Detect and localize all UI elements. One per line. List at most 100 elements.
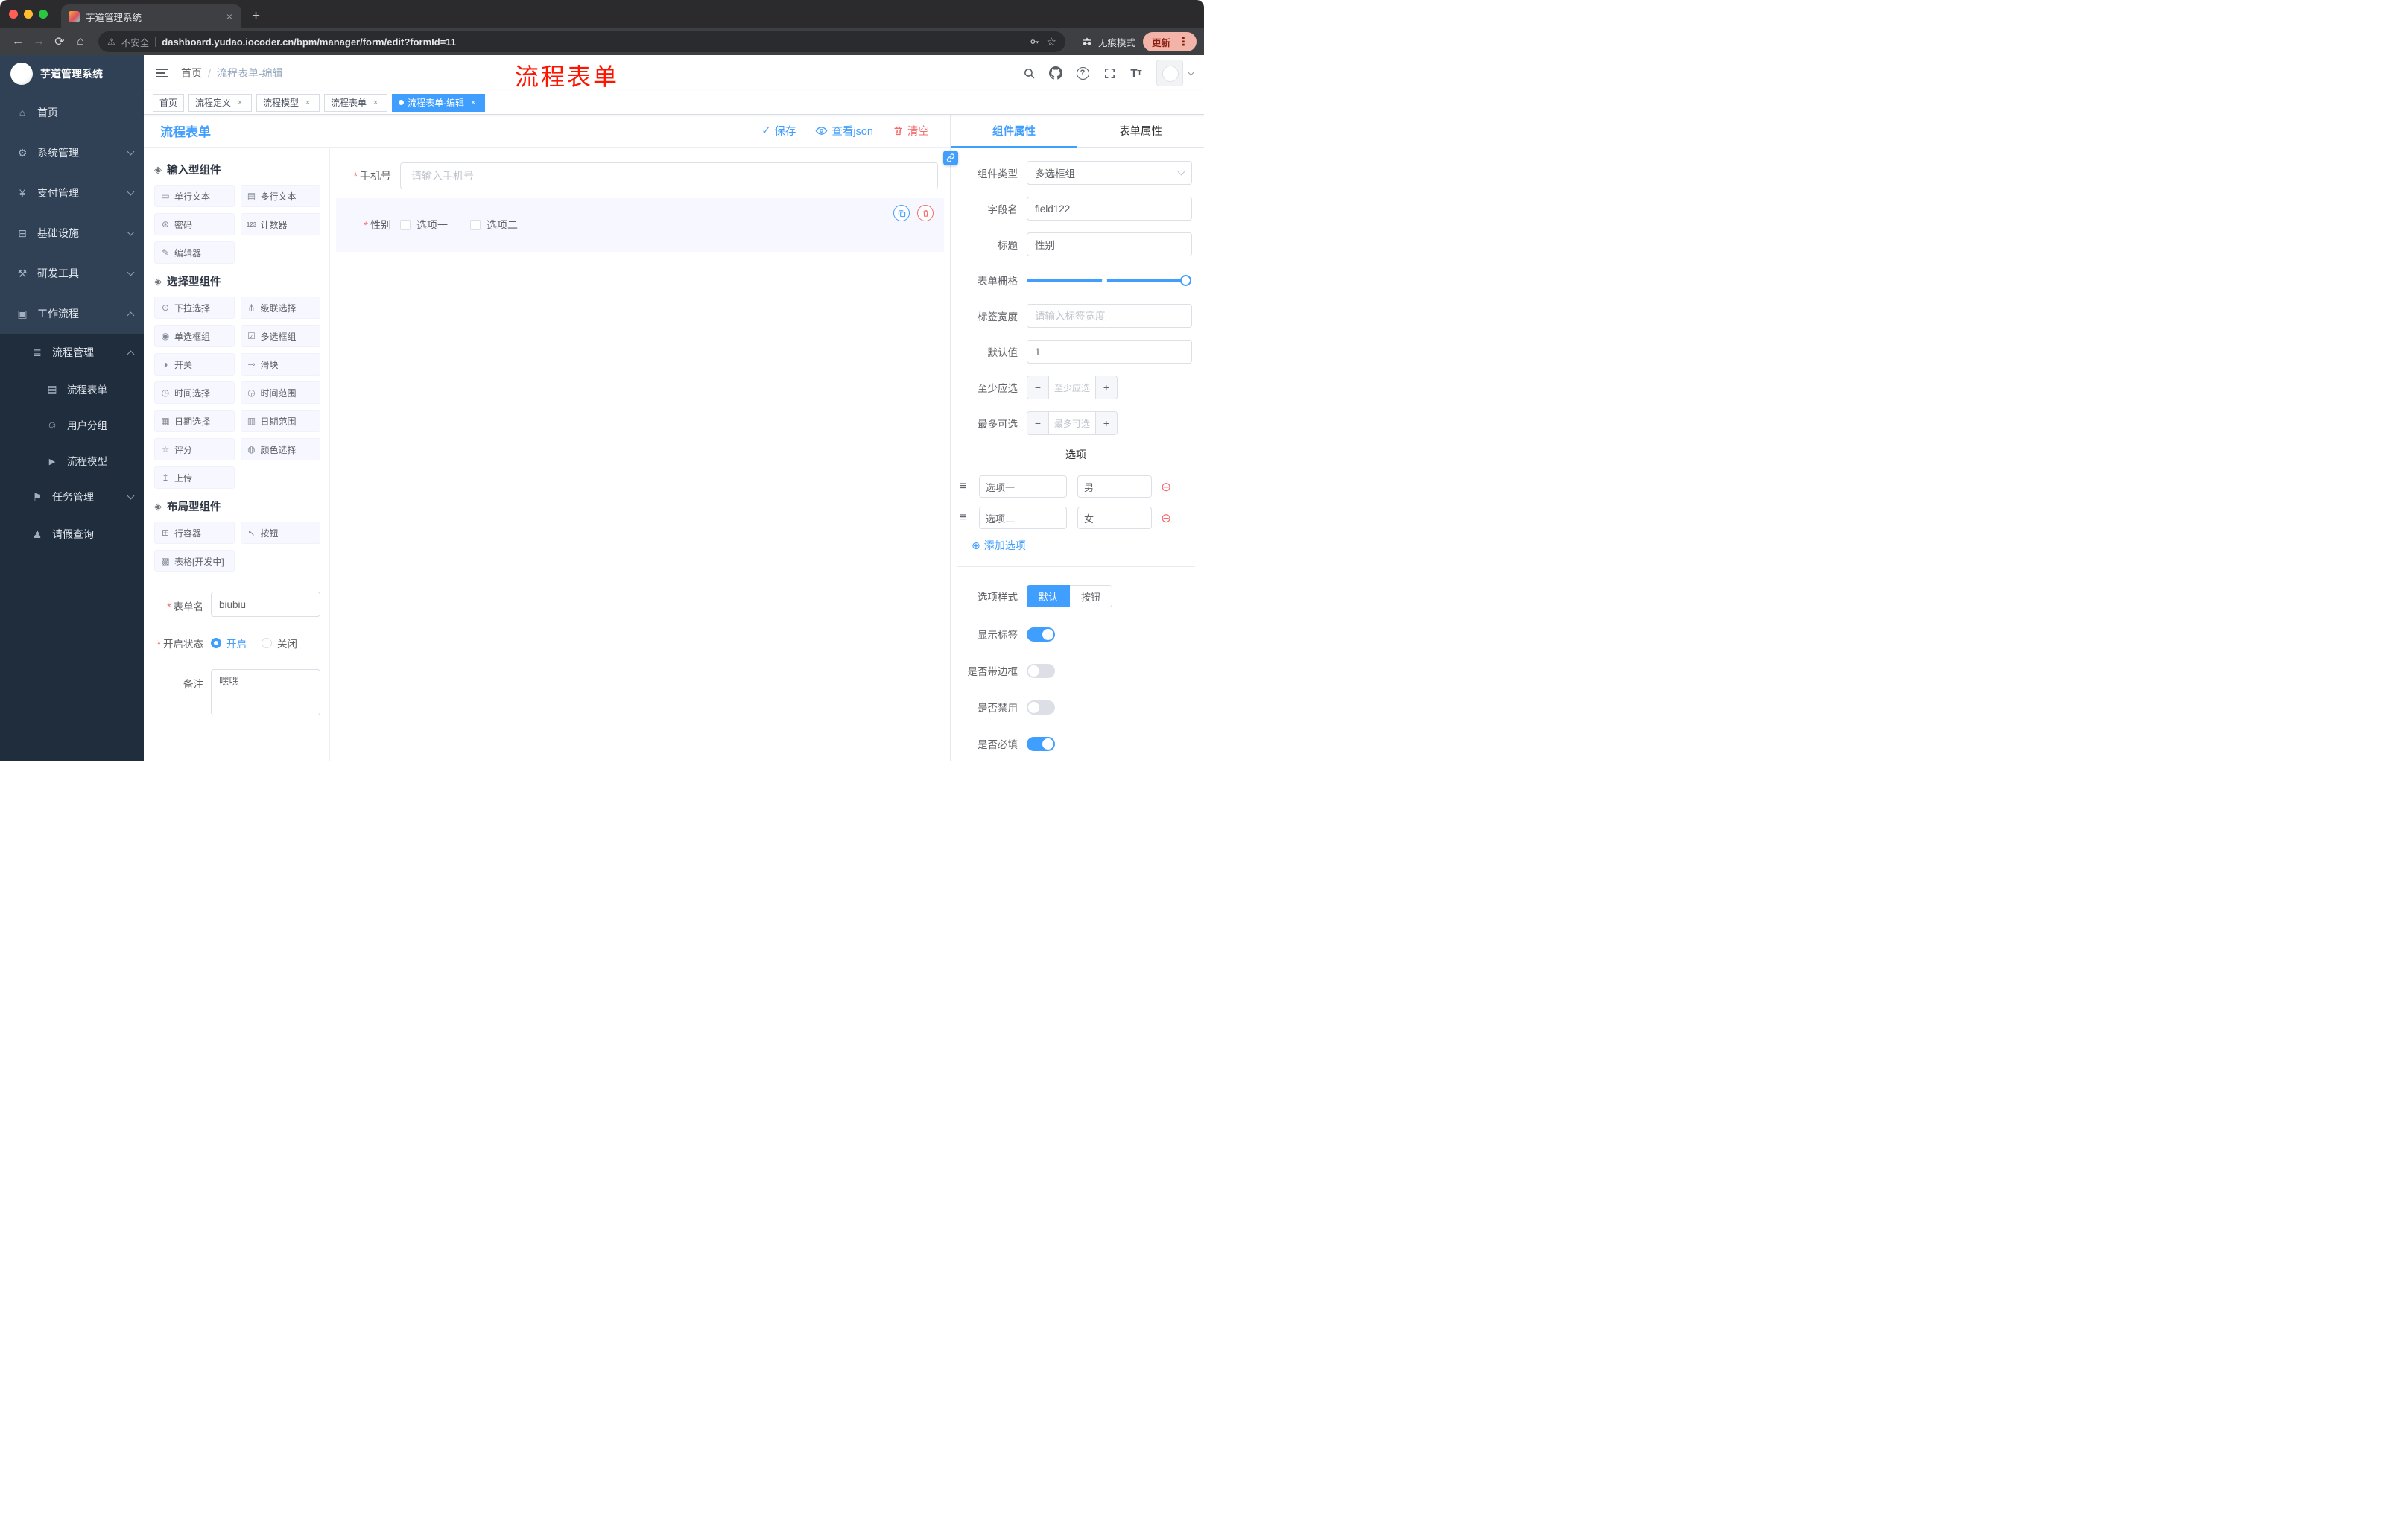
- close-window-button[interactable]: [9, 10, 18, 19]
- copy-field-button[interactable]: [893, 205, 910, 221]
- palette-item-switch[interactable]: 开关: [154, 353, 235, 376]
- minimize-window-button[interactable]: [24, 10, 33, 19]
- url-text[interactable]: dashboard.yudao.iocoder.cn/bpm/manager/f…: [162, 37, 1022, 48]
- bookmark-star-icon[interactable]: ☆: [1047, 35, 1056, 48]
- add-option-button[interactable]: 添加选项: [972, 538, 1192, 553]
- reload-button[interactable]: ⟳: [49, 34, 70, 49]
- nav-tag-home[interactable]: 首页: [153, 93, 185, 112]
- style-button-button[interactable]: 按钮: [1070, 585, 1113, 607]
- sidebar-item-system[interactable]: 系统管理: [0, 133, 144, 173]
- sidebar-item-home[interactable]: 首页: [0, 92, 144, 133]
- back-button[interactable]: ←: [7, 35, 28, 48]
- palette-item-editor[interactable]: 编辑器: [154, 241, 235, 264]
- palette-item-select[interactable]: 下拉选择: [154, 297, 235, 319]
- search-icon[interactable]: [1016, 58, 1042, 88]
- minus-button[interactable]: −: [1027, 412, 1049, 434]
- required-switch[interactable]: [1027, 736, 1055, 751]
- palette-item-password[interactable]: 密码: [154, 213, 235, 235]
- stepper-placeholder[interactable]: 最多可选: [1049, 412, 1095, 434]
- status-radio-on[interactable]: 开启: [211, 636, 247, 650]
- border-switch[interactable]: [1027, 663, 1055, 678]
- sidebar-item-process-management[interactable]: 流程管理: [0, 334, 144, 371]
- palette-item-time-range[interactable]: 时间范围: [240, 381, 320, 404]
- canvas-phone-field[interactable]: * 手机号: [342, 162, 938, 189]
- label-width-input[interactable]: [1027, 304, 1192, 328]
- palette-item-textarea[interactable]: 多行文本: [240, 185, 320, 207]
- gender-checkbox-option1[interactable]: 选项一: [400, 218, 448, 232]
- remove-option-button[interactable]: [1161, 481, 1171, 493]
- browser-tab[interactable]: 芋道管理系统 ×: [61, 4, 241, 28]
- slider-track[interactable]: [1027, 274, 1191, 286]
- palette-item-input-text[interactable]: 单行文本: [154, 185, 235, 207]
- sidebar-item-dev-tools[interactable]: 研发工具: [0, 253, 144, 294]
- option1-label-input[interactable]: [979, 475, 1067, 498]
- checkbox-icon[interactable]: [400, 220, 411, 230]
- sidebar-item-user-group[interactable]: 用户分组: [0, 407, 144, 443]
- field-name-input[interactable]: [1027, 197, 1192, 221]
- tag-close-icon[interactable]: ×: [370, 98, 381, 108]
- tab-close-icon[interactable]: ×: [225, 10, 234, 22]
- palette-item-button[interactable]: 按钮: [240, 522, 320, 544]
- avatar[interactable]: [1156, 60, 1183, 86]
- sidebar-item-payment[interactable]: 支付管理: [0, 173, 144, 213]
- user-menu[interactable]: [1156, 60, 1195, 86]
- status-radio-off[interactable]: 关闭: [262, 636, 297, 650]
- default-value-input[interactable]: [1027, 340, 1192, 364]
- key-icon[interactable]: [1029, 36, 1041, 48]
- github-icon[interactable]: [1043, 58, 1068, 88]
- phone-input[interactable]: [400, 162, 938, 189]
- palette-item-rate[interactable]: 评分: [154, 438, 235, 460]
- tab-component-props[interactable]: 组件属性: [951, 115, 1077, 148]
- fullscreen-icon[interactable]: [1097, 58, 1122, 88]
- palette-item-date-range[interactable]: 日期范围: [240, 410, 320, 432]
- grid-slider[interactable]: [1027, 268, 1192, 292]
- drag-handle-icon[interactable]: [960, 511, 973, 525]
- tab-form-props[interactable]: 表单属性: [1077, 115, 1204, 147]
- new-tab-button[interactable]: +: [252, 8, 260, 25]
- form-canvas[interactable]: * 手机号 请输入手机号 * 性别 选项一 选项二: [330, 148, 950, 762]
- palette-item-radio-group[interactable]: 单选框组: [154, 325, 235, 347]
- palette-item-counter[interactable]: 123 计数器: [240, 213, 320, 235]
- help-icon[interactable]: ?: [1070, 58, 1095, 88]
- option2-label-input[interactable]: [979, 507, 1067, 529]
- palette-item-color-picker[interactable]: 颜色选择: [240, 438, 320, 460]
- font-size-icon[interactable]: TT: [1124, 58, 1149, 88]
- chain-link-icon[interactable]: [943, 151, 958, 165]
- plus-button[interactable]: +: [1095, 412, 1117, 434]
- palette-item-cascader[interactable]: 级联选择: [240, 297, 320, 319]
- stepper-placeholder[interactable]: 至少应选: [1049, 376, 1095, 399]
- tag-close-icon[interactable]: ×: [302, 98, 313, 108]
- palette-item-row-container[interactable]: 行容器: [154, 522, 235, 544]
- sidebar-logo[interactable]: 芋道管理系统: [0, 55, 144, 92]
- clear-button[interactable]: 清空: [893, 123, 929, 139]
- remark-textarea[interactable]: 嘿嘿: [211, 669, 320, 715]
- breadcrumb-home[interactable]: 首页: [181, 66, 202, 80]
- show-label-switch[interactable]: [1027, 627, 1055, 642]
- delete-field-button[interactable]: [917, 205, 934, 221]
- update-button[interactable]: 更新 ⋮: [1142, 32, 1197, 51]
- option1-value-input[interactable]: [1077, 475, 1152, 498]
- nav-tag-process-definition[interactable]: 流程定义 ×: [188, 93, 253, 112]
- disabled-switch[interactable]: [1027, 700, 1055, 715]
- palette-item-upload[interactable]: 上传: [154, 466, 235, 489]
- gender-checkbox-option2[interactable]: 选项二: [470, 218, 518, 232]
- tag-close-icon[interactable]: ×: [235, 98, 245, 108]
- security-warning-icon[interactable]: ⚠: [107, 37, 115, 47]
- style-default-button[interactable]: 默认: [1027, 585, 1071, 607]
- canvas-gender-field[interactable]: * 性别 选项一 选项二: [342, 218, 932, 232]
- minus-button[interactable]: −: [1027, 376, 1049, 399]
- nav-tag-process-form[interactable]: 流程表单 ×: [324, 93, 388, 112]
- title-input[interactable]: [1027, 232, 1192, 256]
- address-bar[interactable]: ⚠ 不安全 dashboard.yudao.iocoder.cn/bpm/man…: [98, 31, 1065, 52]
- checkbox-icon[interactable]: [470, 220, 481, 230]
- plus-button[interactable]: +: [1095, 376, 1117, 399]
- palette-item-checkbox-group[interactable]: 多选框组: [240, 325, 320, 347]
- palette-item-time-picker[interactable]: 时间选择: [154, 381, 235, 404]
- nav-tag-process-model[interactable]: 流程模型 ×: [256, 93, 320, 112]
- sidebar-item-process-model[interactable]: 流程模型: [0, 443, 144, 478]
- sidebar-item-leave-query[interactable]: 请假查询: [0, 516, 144, 553]
- hamburger-button[interactable]: [144, 55, 180, 91]
- remove-option-button[interactable]: [1161, 512, 1171, 525]
- browser-menu-icon[interactable]: ⋮: [1175, 35, 1192, 48]
- sidebar-item-infrastructure[interactable]: 基础设施: [0, 213, 144, 253]
